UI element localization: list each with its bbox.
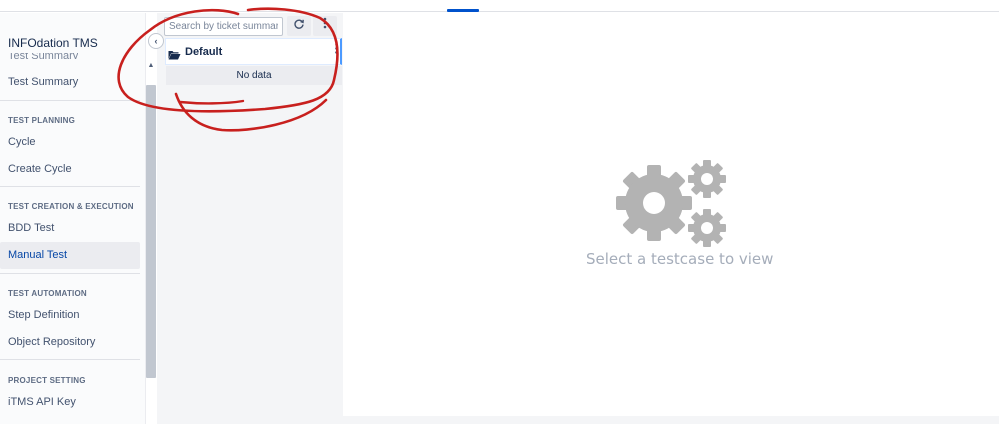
refresh-button[interactable] bbox=[287, 16, 311, 36]
divider bbox=[0, 273, 140, 274]
empty-state-message: Select a testcase to view bbox=[586, 250, 774, 268]
collapse-sidebar-button[interactable]: ‹ bbox=[148, 33, 164, 49]
sidebar-item-bdd-test[interactable]: BDD Test bbox=[0, 215, 140, 242]
sidebar-item-step-definition[interactable]: Step Definition bbox=[0, 302, 140, 329]
search-input[interactable] bbox=[164, 17, 283, 36]
folder-row-default[interactable]: Default bbox=[165, 38, 342, 65]
sidebar-item-test-summary[interactable]: Test Summary bbox=[0, 69, 140, 96]
divider bbox=[0, 359, 140, 360]
active-tab-indicator bbox=[447, 9, 479, 12]
sidebar-item-cut: Test Summary bbox=[8, 53, 79, 59]
more-button[interactable] bbox=[313, 16, 337, 36]
sidebar: INFOdation TMS Test Summary Test Summary… bbox=[0, 13, 146, 424]
section-heading-test-automation: TEST AUTOMATION bbox=[8, 289, 87, 298]
folder-open-icon bbox=[168, 47, 181, 65]
folder-menu-icon[interactable] bbox=[335, 43, 338, 54]
app-title: INFOdation TMS bbox=[8, 36, 98, 50]
top-bar bbox=[0, 0, 999, 12]
sidebar-item-manual-test[interactable]: Manual Test bbox=[0, 242, 140, 269]
gears-icon bbox=[614, 158, 728, 253]
divider bbox=[0, 100, 140, 101]
section-heading-test-planning: TEST PLANNING bbox=[8, 116, 76, 125]
sidebar-item-create-cycle[interactable]: Create Cycle bbox=[0, 156, 140, 183]
folder-label: Default bbox=[185, 46, 223, 58]
section-heading-test-creation-execution: TEST CREATION & EXECUTION bbox=[8, 202, 134, 211]
sidebar-item-itms-api-key[interactable]: iTMS API Key bbox=[0, 389, 140, 416]
refresh-icon bbox=[293, 18, 305, 33]
scroll-up-arrow-icon[interactable]: ▲ bbox=[146, 60, 156, 72]
tree-empty-message: No data bbox=[166, 66, 342, 85]
section-heading-project-setting: PROJECT SETTING bbox=[8, 376, 86, 385]
sidebar-item-cycle[interactable]: Cycle bbox=[0, 129, 140, 156]
sidebar-item-object-repository[interactable]: Object Repository bbox=[0, 329, 140, 356]
bottom-scroll-strip bbox=[343, 416, 999, 424]
more-vertical-icon bbox=[323, 17, 327, 32]
sidebar-scrollbar[interactable] bbox=[146, 85, 156, 378]
chevron-left-icon: ‹ bbox=[154, 36, 158, 46]
divider bbox=[0, 186, 140, 187]
